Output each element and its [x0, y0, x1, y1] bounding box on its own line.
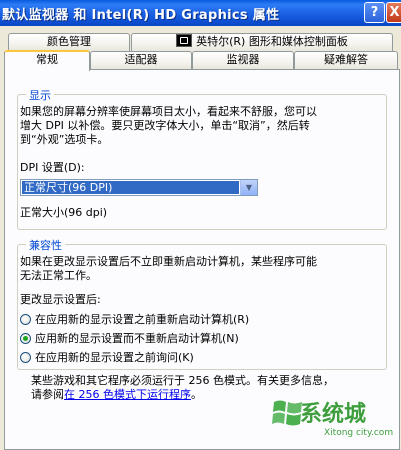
- tab-monitor[interactable]: 监视器: [192, 51, 294, 69]
- tab-label: 适配器: [124, 53, 158, 66]
- display-description-line3: 到“外观”选项卡。: [20, 133, 109, 146]
- run-256-color-link[interactable]: 在 256 色模式下运行程序: [64, 388, 191, 401]
- after-change-label: 更改显示设置后:: [20, 293, 101, 306]
- tab-label: 疑难解答: [324, 53, 368, 66]
- dpi-selected-value: 正常尺寸(96 DPI): [22, 181, 239, 194]
- footer-suffix: 。: [191, 388, 202, 401]
- help-icon: ?: [370, 5, 379, 20]
- chevron-down-icon[interactable]: ▼: [240, 180, 257, 195]
- compatibility-group-title: 兼容性: [26, 237, 65, 253]
- radio-restart-before-apply[interactable]: 在应用新的显示设置之前重新启动计算机(R): [20, 313, 249, 327]
- watermark-subtext: Xitong city.com: [324, 428, 394, 438]
- watermark-text: 系统城: [300, 401, 367, 427]
- radio-button[interactable]: [20, 314, 31, 325]
- dpi-setting-label: DPI 设置(D):: [20, 161, 85, 174]
- help-button[interactable]: ?: [364, 2, 385, 23]
- close-icon: X: [389, 5, 400, 20]
- tab-label: 常规: [36, 53, 58, 66]
- tab-label: 英特尔(R) 图形和媒体控制面板: [196, 35, 348, 48]
- close-button[interactable]: X: [386, 2, 401, 23]
- display-group-title: 显示: [26, 87, 54, 103]
- radio-ask-before-apply[interactable]: 在应用新的显示设置之前询问(K): [20, 351, 194, 365]
- intel-graphics-icon: [176, 34, 193, 47]
- tab-adapter[interactable]: 适配器: [90, 51, 192, 69]
- dpi-note: 正常大小(96 dpi): [20, 206, 108, 219]
- radio-apply-without-restart[interactable]: 应用新的显示设置而不重新启动计算机(N): [20, 332, 239, 346]
- window-title: 默认监视器 和 Intel(R) HD Graphics 属性: [2, 8, 280, 23]
- tab-intel-graphics[interactable]: 英特尔(R) 图形和媒体控制面板: [131, 33, 393, 51]
- radio-button-selected[interactable]: [20, 333, 31, 344]
- radio-button[interactable]: [20, 352, 31, 363]
- display-group: 显示 如果您的屏幕分辨率使屏幕项目太小，看起来不舒服，您可以 增大 DPI 以补…: [17, 87, 387, 230]
- footer-text-line2: 请参阅在 256 色模式下运行程序。: [31, 388, 202, 402]
- compat-description-line1: 如果在更改显示设置后不立即重新启动计算机，某些程序可能: [20, 255, 317, 268]
- tab-label: 监视器: [226, 53, 260, 66]
- radio-label: 应用新的显示设置而不重新启动计算机(N): [35, 332, 239, 345]
- tab-color-management[interactable]: 颜色管理: [8, 33, 130, 51]
- tab-label: 颜色管理: [47, 35, 91, 48]
- display-description-line2: 增大 DPI 以补偿。要只更改字体大小，单击“取消”，然后转: [20, 119, 310, 132]
- radio-label: 在应用新的显示设置之前询问(K): [35, 351, 194, 364]
- footer-text-line1: 某些游戏和其它程序必须运行于 256 色模式。有关更多信息，: [31, 374, 334, 387]
- radio-label: 在应用新的显示设置之前重新启动计算机(R): [35, 313, 250, 326]
- title-bar[interactable]: 默认监视器 和 Intel(R) HD Graphics 属性 ? X: [0, 0, 401, 26]
- tab-troubleshoot[interactable]: 疑难解答: [294, 51, 398, 69]
- dpi-setting-select[interactable]: 正常尺寸(96 DPI) ▼: [20, 179, 258, 196]
- compatibility-group: 兼容性 如果在更改显示设置后不立即重新启动计算机，某些程序可能 无法正常工作。 …: [17, 237, 387, 370]
- watermark-logo: 系统城 Xitong city.com: [272, 390, 400, 448]
- compat-description-line2: 无法正常工作。: [20, 269, 97, 282]
- display-description-line1: 如果您的屏幕分辨率使屏幕项目太小，看起来不舒服，您可以: [20, 105, 317, 118]
- footer-prefix: 请参阅: [31, 388, 64, 401]
- tab-general[interactable]: 常规: [4, 50, 90, 71]
